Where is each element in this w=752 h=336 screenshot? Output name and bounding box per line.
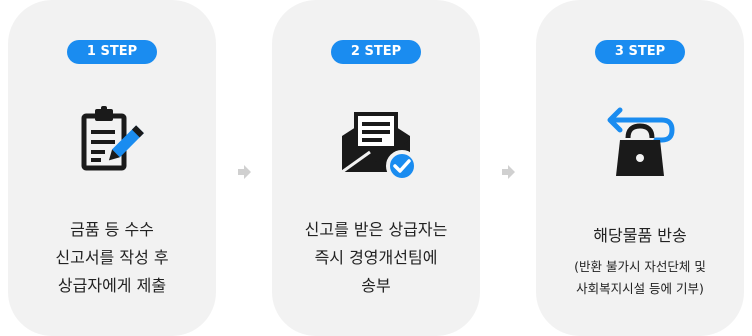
clipboard-pencil-icon [81, 106, 144, 171]
note-line: (반환 불가시 자선단체 및 [574, 259, 706, 274]
step-card-1: 1 STEP 금품 등 수수 신고서를 작성 후 상급자에게 제출 [8, 0, 216, 336]
step-description: 신고를 받은 상급자는 즉시 경영개선팀에 송부 [272, 216, 480, 300]
step-badge: 3 STEP [595, 40, 685, 64]
note-line: 사회복지시설 등에 기부) [576, 281, 704, 296]
arrow-right-icon [502, 165, 515, 179]
description-line: 송부 [361, 276, 391, 295]
return-shopping-bag-icon [607, 107, 675, 176]
step-badge: 1 STEP [67, 40, 157, 64]
open-envelope-check-icon [341, 112, 418, 182]
description-line: 즉시 경영개선팀에 [314, 248, 438, 267]
step-description: 금품 등 수수 신고서를 작성 후 상급자에게 제출 [8, 216, 216, 300]
description-line: 상급자에게 제출 [57, 276, 167, 295]
step-card-2: 2 STEP 신고를 받은 상급자는 즉시 경영개선팀에 송부 [272, 0, 480, 336]
step-title: 해당물품 반송 [593, 226, 687, 245]
step-badge: 2 STEP [331, 40, 421, 64]
arrow-right-icon [238, 165, 251, 179]
description-line: 금품 등 수수 [70, 220, 154, 239]
step-card-3: 3 STEP 해당물품 반송 (반환 불가시 자선단체 및 사회복지시설 등에 … [536, 0, 744, 336]
step-note: (반환 불가시 자선단체 및 사회복지시설 등에 기부) [536, 256, 744, 300]
description-line: 신고서를 작성 후 [55, 248, 169, 267]
description-line: 신고를 받은 상급자는 [304, 220, 448, 239]
